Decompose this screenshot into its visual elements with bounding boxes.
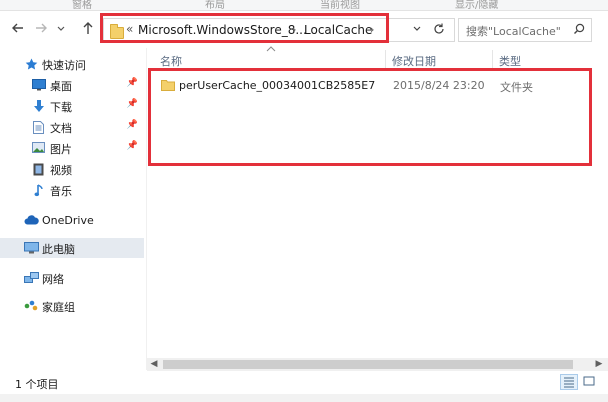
sidebar-item-quick-access[interactable]: 快速访问	[0, 54, 144, 74]
breadcrumb-separator[interactable]: ›	[370, 23, 374, 36]
sort-ascending-icon	[266, 42, 276, 55]
pin-icon[interactable]: 📌	[127, 78, 138, 88]
overflow-chevron[interactable]: «	[126, 22, 133, 36]
folder-icon	[161, 78, 175, 94]
ribbon-tabs: 窗格 布局 当前视图 显示/隐藏	[0, 0, 608, 11]
sidebar-item-videos[interactable]: 视频	[0, 159, 144, 179]
ribbon-tab-panes[interactable]: 窗格	[72, 0, 92, 11]
sidebar-item-documents[interactable]: 文档 📌	[0, 117, 144, 137]
star-icon	[25, 58, 38, 70]
address-bar[interactable]: « Microsoft.WindowsStore_8... › LocalCac…	[103, 18, 455, 42]
sidebar-item-homegroup[interactable]: 家庭组	[0, 296, 144, 316]
breadcrumb-localcache[interactable]: LocalCache	[304, 23, 372, 37]
file-row[interactable]: perUserCache_00034001CB2585E7 2015/8/24 …	[155, 75, 595, 95]
details-view-icon[interactable]	[560, 374, 578, 390]
navigation-pane: 快速访问 桌面 📌 下载 📌 文档 📌 图片 📌 视频 音乐 OneDrive …	[0, 48, 147, 370]
column-header-date[interactable]: 修改日期	[392, 53, 436, 69]
scroll-right-icon[interactable]: ▶	[592, 358, 606, 371]
computer-icon	[24, 242, 39, 254]
chevron-down-icon[interactable]	[412, 23, 422, 38]
sidebar-item-desktop[interactable]: 桌面 📌	[0, 75, 144, 95]
ribbon-tab-layout[interactable]: 布局	[205, 0, 225, 11]
pin-icon[interactable]: 📌	[127, 141, 138, 151]
ribbon-tab-current-view[interactable]: 当前视图	[320, 0, 360, 11]
ribbon-tab-show-hide[interactable]: 显示/隐藏	[455, 0, 498, 11]
file-name: perUserCache_00034001CB2585E7	[179, 79, 376, 92]
document-icon	[33, 121, 46, 134]
pin-icon[interactable]: 📌	[127, 99, 138, 109]
search-input[interactable]: 搜索"LocalCache"	[458, 18, 592, 42]
horizontal-scrollbar[interactable]: ◀ ▶	[147, 358, 608, 371]
sidebar-item-music[interactable]: 音乐	[0, 180, 144, 200]
file-type: 文件夹	[500, 81, 533, 94]
navigation-bar: « Microsoft.WindowsStore_8... › LocalCac…	[0, 11, 608, 47]
sidebar-item-downloads[interactable]: 下载 📌	[0, 96, 144, 116]
status-bar: 1 个项目	[0, 372, 608, 394]
arrow-right-icon[interactable]	[33, 20, 49, 36]
column-header-row: 名称 修改日期 类型	[148, 46, 608, 70]
homegroup-icon	[24, 300, 38, 311]
chevron-down-icon[interactable]	[56, 20, 66, 36]
window-bottom-edge	[0, 394, 608, 402]
arrow-left-icon[interactable]	[10, 20, 26, 36]
sidebar-item-onedrive[interactable]: OneDrive	[0, 211, 144, 231]
breadcrumb-separator[interactable]: ›	[292, 23, 296, 36]
arrow-up-icon[interactable]	[80, 20, 96, 36]
desktop-icon	[32, 79, 46, 91]
pin-icon[interactable]: 📌	[127, 120, 138, 130]
sidebar-item-pictures[interactable]: 图片 📌	[0, 138, 144, 158]
column-divider[interactable]	[385, 50, 386, 68]
search-placeholder: 搜索"LocalCache"	[466, 25, 561, 38]
cloud-icon	[24, 215, 39, 226]
download-icon	[33, 100, 46, 112]
column-header-name[interactable]: 名称	[160, 53, 182, 69]
search-icon[interactable]	[573, 23, 585, 38]
picture-icon	[32, 142, 45, 153]
column-divider[interactable]	[492, 50, 493, 68]
large-icons-view-icon[interactable]	[581, 374, 599, 390]
video-icon	[33, 163, 46, 176]
scrollbar-thumb[interactable]	[163, 360, 573, 369]
column-header-type[interactable]: 类型	[499, 53, 521, 69]
file-date: 2015/8/24 23:20	[393, 79, 485, 92]
sidebar-item-network[interactable]: 网络	[0, 268, 144, 288]
item-count: 1 个项目	[15, 378, 59, 391]
breadcrumb-windowsstore[interactable]: Microsoft.WindowsStore_8...	[138, 23, 307, 37]
network-icon	[24, 272, 39, 283]
sidebar-item-this-pc[interactable]: 此电脑	[0, 238, 144, 258]
folder-icon	[110, 24, 124, 39]
scroll-left-icon[interactable]: ◀	[147, 358, 161, 371]
music-icon	[34, 184, 47, 197]
refresh-icon[interactable]	[432, 22, 446, 39]
